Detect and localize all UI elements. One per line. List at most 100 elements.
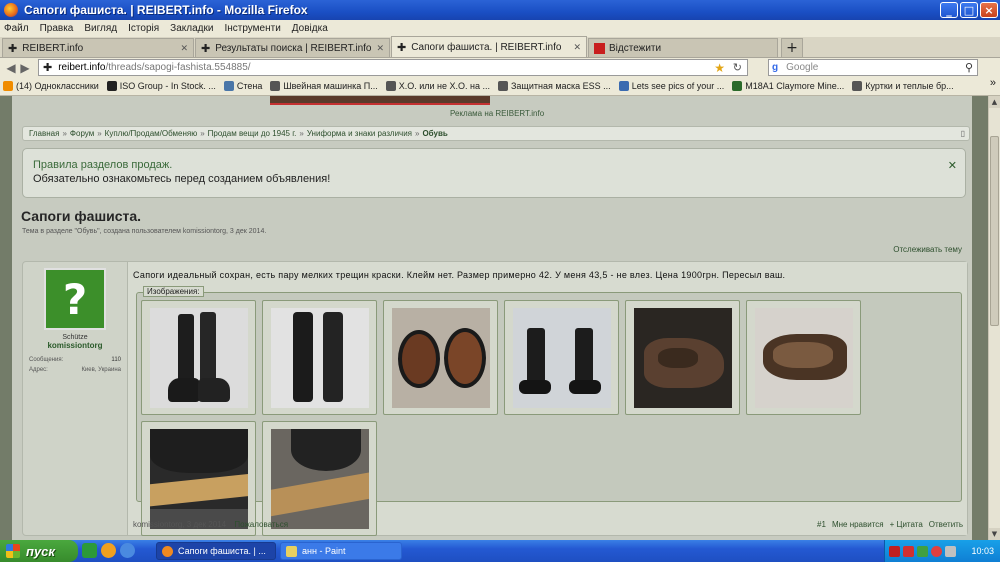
network-tray-icon[interactable] xyxy=(917,545,928,557)
attachment-thumbnail[interactable] xyxy=(141,421,256,536)
start-button[interactable]: пуск xyxy=(0,540,78,562)
quote-link[interactable]: + Цитата xyxy=(890,520,923,529)
scroll-down-icon[interactable]: ▼ xyxy=(989,528,1000,540)
tab-close-icon[interactable]: ✕ xyxy=(376,43,384,54)
bookmark-item[interactable]: Lets see pics of your ... xyxy=(618,81,725,91)
url-bar[interactable]: ✚ reibert.info/threads/sapogi-fashista.5… xyxy=(38,59,748,76)
tab-track[interactable]: Відстежити xyxy=(588,38,778,57)
bookmark-item[interactable]: Защитная маска ESS ... xyxy=(497,81,611,91)
document-icon[interactable]: ▯ xyxy=(961,129,965,138)
ad-banner[interactable] xyxy=(270,96,490,105)
search-box[interactable]: g Google ⚲ xyxy=(768,59,978,76)
bookmark-item[interactable]: Куртки и теплые бр... xyxy=(852,81,954,91)
attachment-thumbnail[interactable] xyxy=(141,300,256,415)
post-author-date[interactable]: komissiontorg, 3 дек 2014 xyxy=(133,520,226,529)
breadcrumb-sell-pre1945[interactable]: Продам вещи до 1945 г. xyxy=(208,129,297,138)
breadcrumb-forum[interactable]: Форум xyxy=(70,129,94,138)
boot-measure-photo-2 xyxy=(270,428,369,529)
bookmark-item[interactable]: ISO Group - In Stock. ... xyxy=(106,81,216,91)
task-label: Сапоги фашиста. | ... xyxy=(178,546,266,556)
pdf-tray-icon[interactable] xyxy=(903,545,914,557)
taskbar-item-paint[interactable]: анн - Paint xyxy=(280,542,402,560)
avatar[interactable]: ? xyxy=(44,268,106,330)
bookmark-item[interactable]: Х.О. или не Х.О. на ... xyxy=(385,81,490,91)
bookmark-label: Lets see pics of your ... xyxy=(631,81,725,91)
navigation-toolbar: ◀ ▶ ✚ reibert.info/threads/sapogi-fashis… xyxy=(0,58,1000,77)
breadcrumb-footwear[interactable]: Обувь xyxy=(422,129,447,138)
like-link[interactable]: Мне нравится xyxy=(832,520,884,529)
rules-notice: Правила разделов продаж. Обязательно озн… xyxy=(22,148,966,198)
new-tab-button[interactable]: + xyxy=(781,38,803,57)
post-footer: komissiontorg, 3 дек 2014 Пожаловаться #… xyxy=(133,520,963,529)
menu-bookmarks[interactable]: Закладки xyxy=(170,23,213,34)
back-icon[interactable]: ◀ xyxy=(4,61,18,75)
window-title: Сапоги фашиста. | REIBERT.info - Mozilla… xyxy=(24,3,308,17)
tab-bar: ✚ REIBERT.info ✕ ✚ Результаты поиска | R… xyxy=(0,36,1000,58)
breadcrumb-separator: » xyxy=(415,129,420,138)
scroll-up-icon[interactable]: ▲ xyxy=(989,96,1000,108)
ad-label[interactable]: Реклама на REIBERT.info xyxy=(450,109,544,118)
maximize-button[interactable]: □ xyxy=(960,2,978,18)
site-identity-icon[interactable]: ✚ xyxy=(43,61,52,74)
attachment-thumbnail[interactable] xyxy=(262,300,377,415)
close-button[interactable]: × xyxy=(980,2,998,18)
forward-icon[interactable]: ▶ xyxy=(18,61,32,75)
google-icon[interactable]: g xyxy=(772,62,778,73)
bookmark-item[interactable]: (14) Одноклассники xyxy=(3,81,99,91)
attachment-thumbnail[interactable] xyxy=(504,300,619,415)
notice-title[interactable]: Правила разделов продаж. xyxy=(33,159,955,171)
report-link[interactable]: Пожаловаться xyxy=(234,520,288,529)
search-icon[interactable]: ⚲ xyxy=(965,61,973,74)
boots-photo-front xyxy=(149,307,248,408)
tab-close-icon[interactable]: ✕ xyxy=(180,43,188,54)
tab-label: REIBERT.info xyxy=(22,42,84,54)
firefox-quick-icon[interactable] xyxy=(101,543,116,558)
menu-file[interactable]: Файл xyxy=(4,23,29,34)
bookmark-star-icon[interactable]: ★ xyxy=(714,61,725,75)
tab-close-icon[interactable]: ✕ xyxy=(573,42,581,53)
attachment-thumbnail[interactable] xyxy=(746,300,861,415)
menu-history[interactable]: Історія xyxy=(128,23,159,34)
bookmark-item[interactable]: M18A1 Claymore Mine... xyxy=(732,81,844,91)
tray-icon[interactable] xyxy=(931,545,942,557)
menu-help[interactable]: Довідка xyxy=(292,23,328,34)
browser-quick-icon[interactable] xyxy=(120,543,135,558)
quick-launch-icon[interactable] xyxy=(82,543,97,558)
menu-edit[interactable]: Правка xyxy=(40,23,74,34)
thread-meta: Тема в разделе "Обувь", создана пользова… xyxy=(22,228,267,235)
attachment-thumbnail[interactable] xyxy=(383,300,498,415)
tray-icon[interactable] xyxy=(889,545,900,557)
page-scrollbar[interactable]: ▲ ▼ xyxy=(988,96,1000,540)
notice-close-icon[interactable]: ✕ xyxy=(948,159,957,172)
page-background-right xyxy=(972,96,988,540)
breadcrumb-trade[interactable]: Куплю/Продам/Обменяю xyxy=(105,129,198,138)
bookmark-item[interactable]: Стена xyxy=(223,81,262,91)
bookmark-label: M18A1 Claymore Mine... xyxy=(745,81,845,91)
taskbar-item-firefox[interactable]: Сапоги фашиста. | ... xyxy=(156,542,276,560)
breadcrumb-uniforms[interactable]: Униформа и знаки различия xyxy=(307,129,412,138)
reload-icon[interactable]: ↻ xyxy=(733,61,742,74)
user-messages: Сообщения: 110 xyxy=(29,357,121,363)
clock[interactable]: 10:03 xyxy=(971,546,994,556)
post-permalink[interactable]: #1 xyxy=(817,520,826,529)
bookmarks-overflow-icon[interactable]: » xyxy=(990,77,996,89)
reply-link[interactable]: Ответить xyxy=(929,520,963,529)
minimize-button[interactable]: _ xyxy=(940,2,958,18)
menu-tools[interactable]: Інструменти xyxy=(224,23,280,34)
bookmark-item[interactable]: Швейная машинка П... xyxy=(270,81,378,91)
volume-tray-icon[interactable] xyxy=(945,545,956,557)
menu-view[interactable]: Вигляд xyxy=(84,23,117,34)
breadcrumb-home[interactable]: Главная xyxy=(29,129,59,138)
attachment-thumbnail[interactable] xyxy=(262,421,377,536)
boots-photo-side xyxy=(512,307,611,408)
watch-thread-link[interactable]: Отслеживать тему xyxy=(893,245,962,254)
attachment-thumbnail[interactable] xyxy=(625,300,740,415)
tab-current-thread[interactable]: ✚ Сапоги фашиста. | REIBERT.info ✕ xyxy=(391,36,587,57)
messages-count[interactable]: 110 xyxy=(111,357,121,363)
breadcrumb-separator: » xyxy=(200,129,205,138)
bookmarks-toolbar: (14) Одноклассники ISO Group - In Stock.… xyxy=(0,77,1000,96)
scroll-thumb[interactable] xyxy=(990,136,999,326)
tab-search-results[interactable]: ✚ Результаты поиска | REIBERT.info ✕ xyxy=(195,38,390,57)
tab-reibert[interactable]: ✚ REIBERT.info ✕ xyxy=(2,38,194,57)
username-link[interactable]: komissiontorg xyxy=(29,341,121,350)
